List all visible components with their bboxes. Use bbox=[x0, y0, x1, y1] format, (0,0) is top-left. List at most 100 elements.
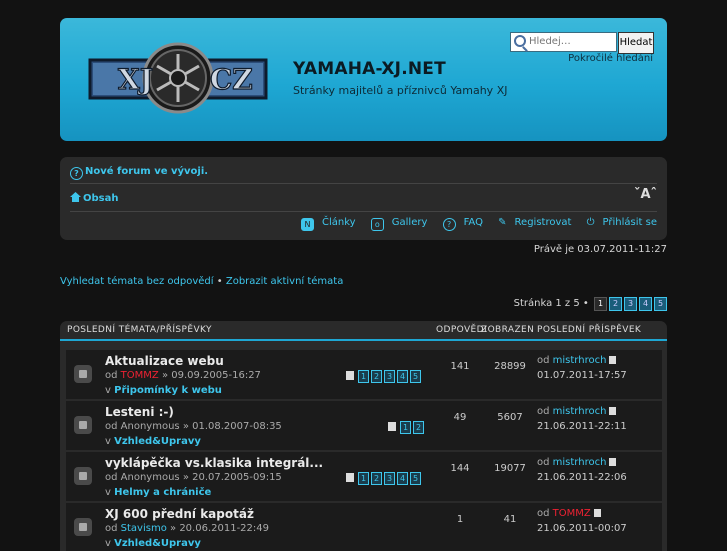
logo-text-left: XJ bbox=[118, 63, 153, 96]
goto-last-post-icon[interactable] bbox=[609, 407, 617, 415]
topic-date: » 20.06.2011-22:49 bbox=[170, 523, 269, 534]
font-size-control[interactable]: ˇAˆ bbox=[634, 187, 657, 202]
breadcrumb-home[interactable]: Obsah bbox=[83, 193, 118, 204]
topic-page-link[interactable]: 3 bbox=[384, 370, 395, 383]
topic-author: Anonymous bbox=[120, 472, 180, 483]
site-description: Stránky majitelů a příznivců Yamahy XJ bbox=[293, 84, 508, 97]
goto-last-post-icon[interactable] bbox=[609, 458, 617, 466]
page-1: 1 bbox=[594, 297, 607, 311]
register-link[interactable]: ✎ Registrovat bbox=[492, 217, 571, 228]
topic-author-line: od Anonymous » 20.07.2005-09:15 bbox=[105, 472, 282, 483]
last-post-author[interactable]: mistrhroch bbox=[553, 406, 607, 417]
separator: • bbox=[582, 298, 589, 309]
topic-title[interactable]: vyklápěčka vs.klasika integrál... bbox=[105, 456, 323, 470]
faq-link[interactable]: ? FAQ bbox=[437, 217, 483, 231]
search-box bbox=[510, 32, 617, 52]
notice-text[interactable]: Nové forum ve vývoji. bbox=[85, 166, 208, 177]
gallery-link[interactable]: o Gallery bbox=[365, 217, 428, 231]
topic-page-link[interactable]: 4 bbox=[397, 370, 408, 383]
search-button[interactable]: Hledat bbox=[618, 32, 654, 54]
topic-author[interactable]: TOMMZ bbox=[121, 370, 159, 381]
goto-last-post-icon[interactable] bbox=[593, 509, 601, 517]
last-post-author[interactable]: TOMMZ bbox=[553, 508, 591, 519]
topic-page-link[interactable]: 1 bbox=[358, 370, 369, 383]
table-row: Aktualizace webu od TOMMZ » 09.09.2005-1… bbox=[66, 350, 662, 400]
site-logo[interactable]: XJ CZ bbox=[84, 42, 272, 114]
topic-title[interactable]: Lesteni :-) bbox=[105, 405, 174, 419]
topic-forum[interactable]: Připomínky k webu bbox=[114, 385, 222, 396]
page-4[interactable]: 4 bbox=[639, 297, 652, 311]
gallery-label: Gallery bbox=[391, 217, 428, 228]
topic-forum-line: v Vzhled&Upravy bbox=[105, 436, 201, 447]
topic-author-line: od Anonymous » 01.08.2007-08:35 bbox=[105, 421, 282, 432]
topic-page-link[interactable]: 2 bbox=[371, 472, 382, 485]
topic-author[interactable]: Stavismo bbox=[121, 523, 167, 534]
separator: • bbox=[216, 276, 223, 287]
topics-table: POSLEDNÍ TÉMATA/PŘÍSPĚVKY ODPOVĚDI ZOBRA… bbox=[60, 321, 667, 551]
topic-page-link[interactable]: 4 bbox=[397, 472, 408, 485]
site-title[interactable]: YAMAHA-XJ.NET bbox=[293, 59, 446, 79]
col-replies: ODPOVĚDI bbox=[436, 325, 487, 335]
page-3[interactable]: 3 bbox=[624, 297, 637, 311]
topic-forum-line: v Připomínky k webu bbox=[105, 385, 222, 396]
topic-date: » 09.09.2005-16:27 bbox=[161, 370, 261, 381]
login-link[interactable]: ⏻ Přihlásit se bbox=[581, 217, 657, 228]
topic-title[interactable]: Aktualizace webu bbox=[105, 354, 224, 368]
articles-label: Články bbox=[322, 217, 356, 228]
table-row: XJ 600 přední kapotáž od Stavismo » 20.0… bbox=[66, 503, 662, 551]
last-post-author[interactable]: mistrhroch bbox=[553, 355, 607, 366]
topic-author-line: od Stavismo » 20.06.2011-22:49 bbox=[105, 523, 269, 534]
pencil-icon: ✎ bbox=[498, 217, 507, 228]
topic-pages: 12345 bbox=[346, 370, 423, 383]
camera-icon: o bbox=[370, 218, 384, 231]
topic-page-link[interactable]: 5 bbox=[410, 370, 421, 383]
last-post-date: 21.06.2011-22:11 bbox=[537, 421, 627, 432]
topic-page-link[interactable]: 5 bbox=[410, 472, 421, 485]
quick-links: Vyhledat témata bez odpovědí • Zobrazit … bbox=[60, 276, 343, 287]
col-views: ZOBRAZEN bbox=[481, 325, 535, 335]
articles-link[interactable]: N Články bbox=[295, 217, 356, 231]
topic-replies: 141 bbox=[450, 361, 470, 372]
hot-topic-icon bbox=[74, 365, 92, 383]
topic-date: » 20.07.2005-09:15 bbox=[182, 472, 282, 483]
register-label: Registrovat bbox=[514, 217, 572, 228]
goto-last-post-icon[interactable] bbox=[609, 356, 617, 364]
articles-icon: N bbox=[301, 218, 314, 231]
page-5[interactable]: 5 bbox=[654, 297, 667, 311]
pagination: Stránka 1 z 5 • 12345 bbox=[514, 297, 667, 311]
power-icon: ⏻ bbox=[586, 217, 595, 228]
topic-page-link[interactable]: 2 bbox=[413, 421, 424, 434]
topic-replies: 1 bbox=[456, 514, 464, 525]
table-row: vyklápěčka vs.klasika integrál... od Ano… bbox=[66, 452, 662, 502]
lock-icon bbox=[74, 518, 92, 536]
topic-title[interactable]: XJ 600 přední kapotáž bbox=[105, 507, 254, 521]
topic-date: » 01.08.2007-08:35 bbox=[182, 421, 282, 432]
navbar: ? Nové forum ve vývoji. Obsah ˇAˆ N Články… bbox=[60, 157, 667, 240]
topic-forum[interactable]: Vzhled&Upravy bbox=[114, 538, 201, 549]
last-post-author-line: od mistrhroch bbox=[537, 355, 617, 366]
topic-views: 19077 bbox=[494, 463, 526, 474]
topic-page-link[interactable]: 3 bbox=[384, 472, 395, 485]
unanswered-link[interactable]: Vyhledat témata bez odpovědí bbox=[60, 276, 214, 287]
topic-icon bbox=[74, 416, 92, 434]
topic-page-link[interactable]: 1 bbox=[358, 472, 369, 485]
topic-page-link[interactable]: 2 bbox=[371, 370, 382, 383]
advanced-search-link[interactable]: Pokročilé hledání bbox=[568, 53, 653, 64]
page-2[interactable]: 2 bbox=[609, 297, 622, 311]
topic-views: 5607 bbox=[497, 412, 523, 423]
topic-page-link[interactable]: 1 bbox=[400, 421, 411, 434]
search-input[interactable] bbox=[529, 34, 613, 48]
active-topics-link[interactable]: Zobrazit aktivní témata bbox=[226, 276, 344, 287]
hot-topic-icon bbox=[74, 467, 92, 485]
logo-text-right: CZ bbox=[210, 63, 253, 96]
topic-forum[interactable]: Helmy a chrániče bbox=[114, 487, 211, 498]
topic-forum[interactable]: Vzhled&Upravy bbox=[114, 436, 201, 447]
table-header: POSLEDNÍ TÉMATA/PŘÍSPĚVKY ODPOVĚDI ZOBRA… bbox=[60, 321, 667, 341]
breadcrumb[interactable]: Obsah bbox=[70, 192, 118, 204]
login-label: Přihlásit se bbox=[602, 217, 657, 228]
current-datetime: Právě je 03.07.2011-11:27 bbox=[533, 244, 667, 255]
divider bbox=[70, 183, 657, 184]
notice-row[interactable]: ? Nové forum ve vývoji. bbox=[70, 166, 208, 180]
last-post-author[interactable]: mistrhroch bbox=[553, 457, 607, 468]
topic-views: 41 bbox=[503, 514, 517, 525]
